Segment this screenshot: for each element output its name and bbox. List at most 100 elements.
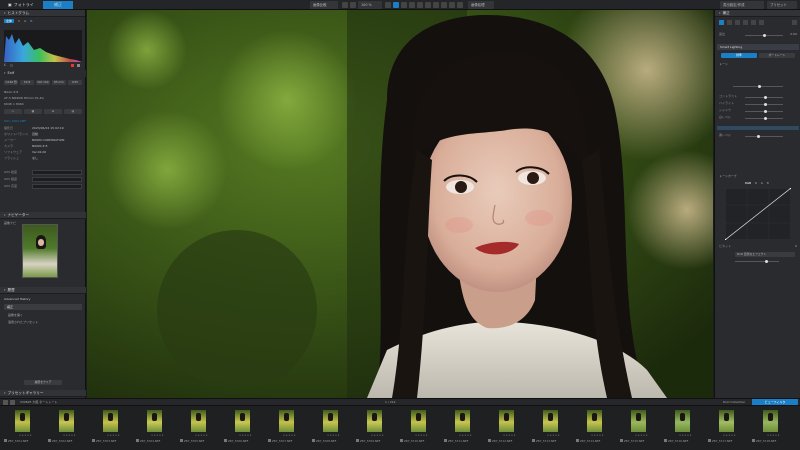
thumbnail-rating[interactable]: ★★★★★ xyxy=(752,434,795,437)
exposure-slider[interactable] xyxy=(745,34,783,37)
thumbnail-rating[interactable]: ★★★★★ xyxy=(664,434,707,437)
thumbnail-rating[interactable]: ★★★★★ xyxy=(356,434,399,437)
gps-lat-field[interactable] xyxy=(32,170,82,175)
search-icon[interactable] xyxy=(792,20,797,25)
crop-tool-icon[interactable] xyxy=(350,2,356,8)
whites-knob[interactable] xyxy=(764,117,767,120)
navigator-thumbnail[interactable] xyxy=(22,224,58,278)
filmstrip-thumbnail[interactable]: ★★★★★ Z87_5715.NEF xyxy=(620,408,663,448)
whites-slider[interactable] xyxy=(745,117,783,120)
thumbnail-rating[interactable]: ★★★★★ xyxy=(400,434,443,437)
detail-tab-icon[interactable] xyxy=(735,20,740,25)
selected-adjust-bar[interactable] xyxy=(717,126,799,130)
filmstrip-thumbnail[interactable]: ★★★★★ Z87_5708.NEF xyxy=(312,408,355,448)
preset-gallery-header[interactable]: ▾ プリセットギャラリー xyxy=(0,390,86,397)
local-adjust-icon[interactable] xyxy=(425,2,431,8)
thumbnail-rating[interactable]: ★★★★★ xyxy=(4,434,47,437)
filmstrip-thumbnail[interactable]: ★★★★★ Z87_5703.NEF xyxy=(92,408,135,448)
thumbnail-rating[interactable]: ★★★★★ xyxy=(48,434,91,437)
curve-tab-b[interactable]: B xyxy=(767,181,769,185)
histogram-header[interactable]: ▾ ヒストグラム xyxy=(0,10,85,17)
sort-icon[interactable] xyxy=(10,400,15,405)
thumbnail-rating[interactable]: ★★★★★ xyxy=(136,434,179,437)
histogram-option-icon[interactable] xyxy=(77,64,80,67)
thumbnail-rating[interactable]: ★★★★★ xyxy=(488,434,531,437)
eye-preview-icon[interactable] xyxy=(457,2,463,8)
perspective-tool-icon[interactable] xyxy=(409,2,415,8)
navigator-header[interactable]: ▾ ナビゲーター xyxy=(0,212,86,219)
highlights-knob[interactable] xyxy=(764,103,767,106)
white-balance-picker-icon[interactable] xyxy=(393,2,399,8)
thumbnail-rating[interactable]: ★★★★★ xyxy=(444,434,487,437)
fit-icon[interactable] xyxy=(385,2,391,8)
color-tab-icon[interactable] xyxy=(727,20,732,25)
hand-tool-icon[interactable] xyxy=(342,2,348,8)
filmstrip-thumbnail[interactable]: ★★★★★ Z87_5710.NEF xyxy=(400,408,443,448)
thumbnail-rating[interactable]: ★★★★★ xyxy=(576,434,619,437)
gps-lon-field[interactable] xyxy=(32,177,82,182)
watermark-icon[interactable] xyxy=(441,2,447,8)
smart-lighting-header[interactable]: Smart Lighting xyxy=(717,44,799,50)
clip-highlight-icon[interactable] xyxy=(71,64,74,67)
geometry-tab-icon[interactable] xyxy=(743,20,748,25)
vignette-mode-select[interactable]: DxO 自然なエフェクト xyxy=(735,252,795,257)
view-filter-button[interactable]: ビューフィルタ xyxy=(752,399,798,405)
tab-edit[interactable]: 補正 xyxy=(43,1,73,9)
thumbnail-rating[interactable]: ★★★★★ xyxy=(180,434,223,437)
correction-header[interactable]: ▾ 補正 xyxy=(715,10,800,17)
exposure-knob[interactable] xyxy=(763,34,766,37)
filmstrip-thumbnail[interactable]: ★★★★★ Z87_5705.NEF xyxy=(180,408,223,448)
history-item-selected[interactable]: 補正 xyxy=(4,304,82,310)
contrast-knob[interactable] xyxy=(764,96,767,99)
clip-shadow-icon[interactable] xyxy=(10,64,13,67)
filmstrip-thumbnail[interactable]: ★★★★★ Z87_5706.NEF xyxy=(224,408,267,448)
horizon-tool-icon[interactable] xyxy=(401,2,407,8)
filmstrip-thumbnail[interactable]: ★★★★★ Z87_5717.NEF xyxy=(708,408,751,448)
view-mode-single-icon[interactable]: ▭ xyxy=(4,109,22,114)
thumbnail-rating[interactable]: ★★★★★ xyxy=(268,434,311,437)
thumbnail-rating[interactable]: ★★★★★ xyxy=(312,434,355,437)
view-mode-grid-icon[interactable]: ▦ xyxy=(24,109,42,114)
vignette-slider[interactable] xyxy=(735,260,779,263)
curve-tab-rgb[interactable]: RGB xyxy=(745,181,751,185)
contrast-slider[interactable] xyxy=(745,96,783,99)
exif-header[interactable]: ▾ Exif xyxy=(0,70,86,77)
view-mode-detail-icon[interactable]: ▤ xyxy=(64,109,82,114)
repair-tool-icon[interactable] xyxy=(417,2,423,8)
history-clear-button[interactable]: 履歴をクリア xyxy=(24,380,62,385)
gps-alt-field[interactable] xyxy=(32,184,82,189)
filmstrip-thumbnail[interactable]: ★★★★★ Z87_5702.NEF xyxy=(48,408,91,448)
collection-button[interactable]: DxO Collection xyxy=(723,400,745,404)
mask-icon[interactable] xyxy=(433,2,439,8)
histogram-tab-r[interactable]: R xyxy=(18,19,20,23)
effects-tab-icon[interactable] xyxy=(759,20,764,25)
filmstrip-thumbnail[interactable]: ★★★★★ Z87_5709.NEF xyxy=(356,408,399,448)
thumbnail-rating[interactable]: ★★★★★ xyxy=(708,434,751,437)
shadows-knob[interactable] xyxy=(764,110,767,113)
filter-icon[interactable] xyxy=(3,400,8,405)
export-settings-button[interactable]: 書出設定/作成 xyxy=(720,1,764,9)
tone-knob[interactable] xyxy=(758,85,761,88)
filmstrip-thumbnail[interactable]: ★★★★★ Z87_5718.NEF xyxy=(752,408,795,448)
thumbnail-rating[interactable]: ★★★★★ xyxy=(532,434,575,437)
batch-process-button[interactable]: 画像処理 xyxy=(468,1,494,9)
filmstrip-thumbnail[interactable]: ★★★★★ Z87_5711.NEF xyxy=(444,408,487,448)
tone-curve-graph[interactable] xyxy=(725,188,791,240)
curve-tab-g[interactable]: G xyxy=(761,181,763,185)
histogram-tab-b[interactable]: B xyxy=(30,19,32,23)
moon-icon[interactable]: ☾ xyxy=(4,63,7,67)
histogram-tab-g[interactable]: G xyxy=(24,19,26,23)
filmstrip-thumbnail[interactable]: ★★★★★ Z87_5704.NEF xyxy=(136,408,179,448)
mode-standard-button[interactable]: 標準 xyxy=(721,53,757,58)
presets-button[interactable]: プリセット xyxy=(767,1,797,9)
tab-photo-library[interactable]: ▣フォトライブラリ xyxy=(2,1,42,15)
history-item[interactable]: 画像を開く xyxy=(8,313,86,318)
history-header[interactable]: ▾ 履歴 xyxy=(0,287,86,294)
filmstrip-thumbnail[interactable]: ★★★★★ Z87_5712.NEF xyxy=(488,408,531,448)
shadows-slider[interactable] xyxy=(745,110,783,113)
histogram-tab-all[interactable]: 全体 xyxy=(4,19,15,23)
thumbnail-rating[interactable]: ★★★★★ xyxy=(620,434,663,437)
filmstrip-thumbnail[interactable]: ★★★★★ Z87_5714.NEF xyxy=(576,408,619,448)
filmstrip-thumbnail[interactable]: ★★★★★ Z87_5701.NEF xyxy=(4,408,47,448)
zoom-select[interactable]: 100 % xyxy=(358,1,382,9)
